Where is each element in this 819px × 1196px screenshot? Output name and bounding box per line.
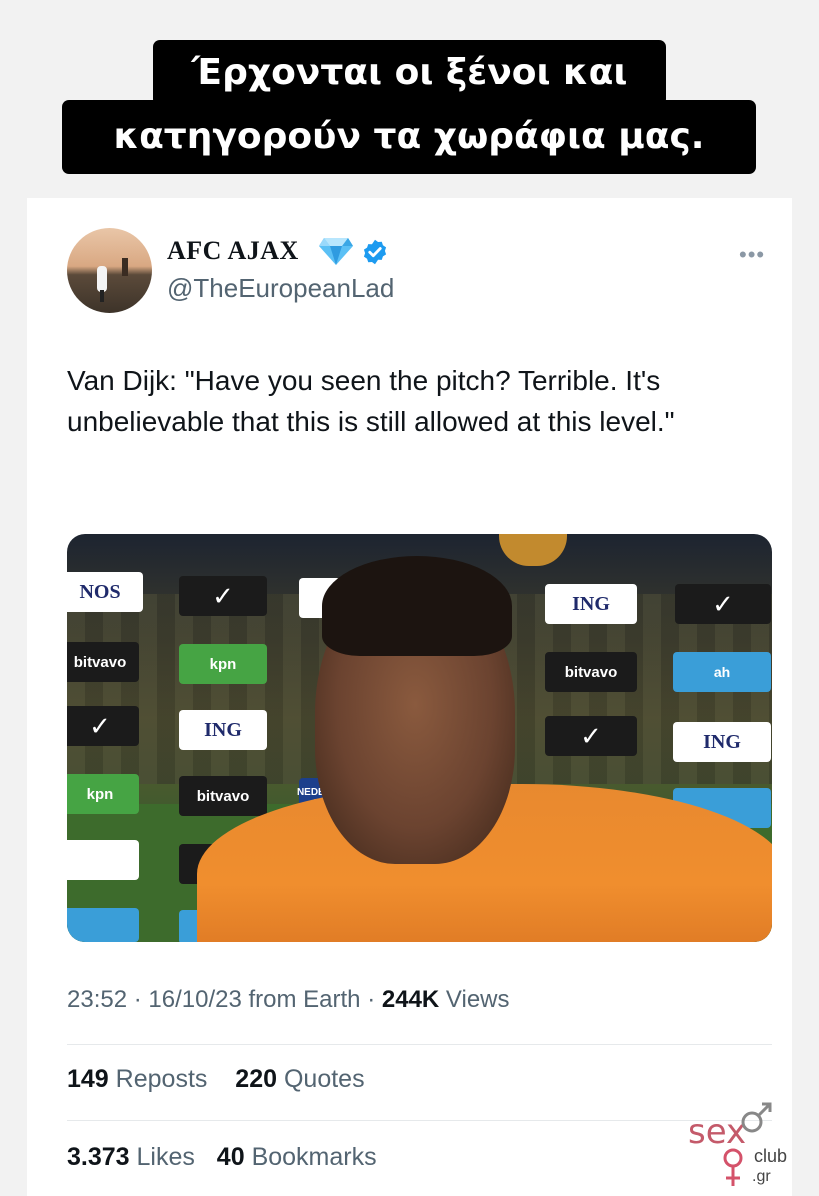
diamond-icon: [319, 238, 353, 265]
reposts-quotes-row: 149 Reposts 220 Quotes: [67, 1065, 365, 1094]
tweet-media-image[interactable]: NOS ✓ ING ✓ bitvavo kpn bitvavo ah ✓ ING…: [67, 534, 772, 942]
quotes-stat[interactable]: 220 Quotes: [235, 1065, 364, 1093]
ad-board-bitvavo: bitvavo: [545, 652, 637, 692]
ad-board-kpn: kpn: [179, 644, 267, 684]
views-label: Views: [445, 986, 510, 1013]
display-name[interactable]: AFC AJAX: [167, 236, 299, 266]
likes-bookmarks-row: 3.373 Likes 40 Bookmarks: [67, 1143, 377, 1172]
tweet-source: from Earth: [248, 986, 361, 1013]
ad-board-ing: [67, 840, 139, 880]
tweet-date[interactable]: 16/10/23: [148, 986, 241, 1013]
ad-board-ah: [67, 908, 139, 942]
verified-badge-icon: [363, 239, 387, 265]
likes-stat[interactable]: 3.373 Likes: [67, 1143, 195, 1171]
ad-board-bitvavo: bitvavo: [179, 776, 267, 816]
female-symbol-icon: [723, 1148, 743, 1186]
ad-board-ing: ING: [545, 584, 637, 624]
gender-symbol-icon: [741, 1102, 772, 1133]
ad-board-ing: ING: [673, 722, 771, 762]
divider: [67, 1044, 772, 1045]
views-count: 244K: [381, 986, 440, 1013]
ad-board: NOS: [67, 572, 143, 612]
ad-board-swoosh: ✓: [67, 706, 139, 746]
ad-board-ing: ING: [179, 710, 267, 750]
user-handle[interactable]: @TheEuropeanLad: [167, 273, 394, 304]
divider: [67, 1120, 772, 1121]
reposts-stat[interactable]: 149 Reposts: [67, 1065, 207, 1093]
knvb-crest: [499, 534, 567, 566]
ad-board-ah: ah: [673, 652, 771, 692]
avatar[interactable]: [67, 228, 152, 313]
ad-board-swoosh: ✓: [179, 576, 267, 616]
ad-board-kpn: kpn: [67, 774, 139, 814]
ad-board-swoosh: ✓: [675, 584, 771, 624]
ad-board-swoosh: ✓: [545, 716, 637, 756]
bookmarks-stat[interactable]: 40 Bookmarks: [217, 1143, 377, 1171]
more-options-icon[interactable]: •••: [739, 242, 765, 268]
watermark-logo: sex club .gr: [688, 1100, 798, 1190]
caption-line-2: κατηγορούν τα χωράφια μας.: [62, 100, 756, 174]
caption-line-1: Έρχονται οι ξένοι και: [153, 40, 666, 106]
player-hair: [322, 556, 512, 656]
tweet-card: AFC AJAX @TheEuropeanLad ••• Van Dijk: "…: [27, 198, 792, 1196]
tweet-meta: 23:52 · 16/10/23 from Earth · 244K Views: [67, 986, 510, 1013]
tweet-time[interactable]: 23:52: [67, 986, 127, 1013]
ad-board-bitvavo: bitvavo: [67, 642, 139, 682]
tweet-text: Van Dijk: "Have you seen the pitch? Terr…: [67, 365, 675, 437]
